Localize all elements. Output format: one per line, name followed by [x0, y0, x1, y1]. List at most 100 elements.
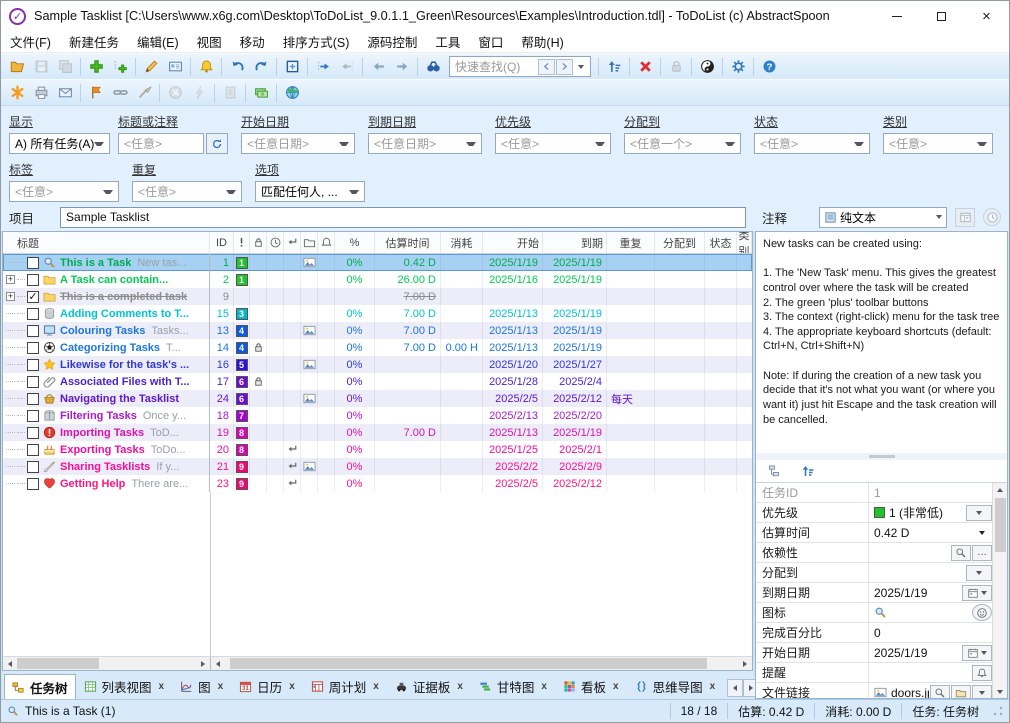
attributes-vertical-scrollbar[interactable] [992, 483, 1007, 698]
attribute-value[interactable] [869, 663, 971, 682]
task-row[interactable]: Navigating the Tasklist2460%2025/2/52025… [3, 390, 752, 407]
filter-due-date-select[interactable]: <任意日期> [368, 133, 482, 154]
sort-button[interactable] [602, 56, 626, 78]
set-reminder-button[interactable] [194, 56, 218, 78]
filter-recurrence-select[interactable]: <任意> [132, 181, 242, 202]
menu-item-9[interactable]: 帮助(H) [512, 31, 572, 52]
filelink-view-button[interactable] [930, 685, 950, 699]
flag-button[interactable] [84, 82, 108, 104]
comments-format-select[interactable]: 纯文本 [819, 207, 947, 228]
filelink-browse-button[interactable] [951, 685, 971, 699]
filter-category-select[interactable]: <任意> [883, 133, 993, 154]
filter-show-select[interactable]: A) 所有任务(A) [9, 133, 110, 154]
task-row[interactable]: Sharing TasklistsIf y...2190%2025/2/2202… [3, 458, 752, 475]
date-picker-button[interactable] [962, 645, 992, 661]
task-row[interactable]: Associated Files with T...1760%2025/1/28… [3, 373, 752, 390]
task-checkbox[interactable] [27, 325, 39, 337]
undo-button[interactable] [225, 56, 249, 78]
comments-editor[interactable]: New tasks can be created using: 1. The '… [756, 232, 1007, 453]
task-row[interactable]: Filtering TasksOnce y...1870%2025/2/1320… [3, 407, 752, 424]
task-checkbox[interactable] [27, 444, 39, 456]
task-checkbox[interactable] [27, 478, 39, 490]
redo-button[interactable] [249, 56, 273, 78]
columns-horizontal-scrollbar[interactable] [211, 657, 752, 670]
column-header-id[interactable]: ID [210, 232, 234, 253]
task-row[interactable]: Adding Comments to T...1530%7.00 D2025/1… [3, 305, 752, 322]
close-tab-icon[interactable]: x [613, 681, 619, 692]
view-tab-列表视图[interactable]: 列表视图x [76, 674, 173, 699]
close-button[interactable]: × [964, 1, 1009, 31]
donate-button[interactable] [249, 82, 273, 104]
attribute-value[interactable]: doors.jp [869, 683, 929, 698]
column-header-estimate[interactable]: 估算时间 [375, 232, 441, 253]
column-header-priority[interactable] [234, 232, 250, 253]
find-next-button[interactable] [556, 59, 573, 75]
tabs-scroll-left-button[interactable] [727, 679, 743, 697]
nav-back-button[interactable] [366, 56, 390, 78]
edit-task-button[interactable] [139, 56, 163, 78]
new-subtask-button[interactable] [108, 56, 132, 78]
new-tasklist-button[interactable] [5, 82, 29, 104]
attribute-value[interactable] [869, 563, 965, 582]
web-button[interactable] [280, 82, 304, 104]
column-header-lock[interactable] [250, 232, 267, 253]
find-previous-button[interactable] [538, 59, 555, 75]
move-left-button[interactable] [335, 56, 359, 78]
tree-horizontal-scrollbar[interactable] [3, 657, 211, 670]
task-row[interactable]: Exporting TasksToDo...2080%2025/1/252025… [3, 441, 752, 458]
task-row[interactable]: Colouring TasksTasks...1340%7.00 D2025/1… [3, 322, 752, 339]
menu-item-0[interactable]: 文件(F) [1, 31, 60, 52]
view-tab-思维导图[interactable]: 思维导图x [627, 674, 724, 699]
column-header-status[interactable]: 状态 [705, 232, 737, 253]
close-tab-icon[interactable]: x [457, 681, 463, 692]
close-tab-icon[interactable]: x [289, 681, 295, 692]
filter-options-select[interactable]: 匹配任何人, ... [255, 181, 365, 202]
task-row[interactable]: Getting HelpThere are...2390%2025/2/5202… [3, 475, 752, 492]
filter-refresh-button[interactable] [206, 133, 228, 154]
cancel-button[interactable] [163, 82, 187, 104]
column-header-file[interactable] [301, 232, 318, 253]
activity-log-button[interactable] [218, 82, 242, 104]
column-header-recurrence[interactable]: 重复 [607, 232, 655, 253]
attribute-sort-button[interactable] [796, 460, 820, 482]
print-button[interactable] [29, 82, 53, 104]
maximize-button[interactable] [919, 1, 964, 31]
filter-assigned-to-select[interactable]: <任意一个> [624, 133, 741, 154]
task-checkbox[interactable] [27, 427, 39, 439]
task-row[interactable]: Importing TasksToD...1980%7.00 D2025/1/1… [3, 424, 752, 441]
save-button[interactable] [29, 56, 53, 78]
column-header-recurrence[interactable] [284, 232, 301, 253]
attribute-value[interactable]: 2025/1/19 [869, 643, 961, 662]
attribute-value[interactable]: 2025/1/19 [869, 583, 961, 602]
attribute-groups-button[interactable] [763, 460, 787, 482]
task-checkbox[interactable] [27, 359, 39, 371]
task-checkbox[interactable] [27, 376, 39, 388]
dependency-more-button[interactable]: … [972, 545, 992, 561]
column-header-start[interactable]: 开始 [483, 232, 543, 253]
attribute-dropdown-button[interactable] [966, 565, 992, 581]
close-tab-icon[interactable]: x [541, 681, 547, 692]
task-row[interactable]: Likewise for the task's ...1650%2025/1/2… [3, 356, 752, 373]
comments-grid-button[interactable] [955, 208, 975, 227]
expand-toggle[interactable]: + [6, 275, 15, 284]
reminder-button[interactable] [972, 665, 992, 681]
find-tasks-button[interactable] [421, 56, 445, 78]
attribute-value[interactable]: 0 [869, 623, 992, 642]
attribute-value[interactable] [869, 603, 971, 622]
file-link-button[interactable] [108, 82, 132, 104]
filter-status-select[interactable]: <任意> [754, 133, 870, 154]
filter-tag-select[interactable]: <任意> [9, 181, 119, 202]
dependency-search-button[interactable] [951, 545, 971, 561]
icon-picker-button[interactable] [972, 604, 992, 621]
attribute-value[interactable]: 1 [869, 483, 992, 502]
column-header-assigned[interactable]: 分配到 [655, 232, 705, 253]
comments-attributes-splitter[interactable] [756, 453, 1007, 460]
menu-item-7[interactable]: 工具 [426, 31, 469, 52]
view-tab-证据板[interactable]: 证据板x [387, 674, 471, 699]
close-tab-icon[interactable]: x [373, 681, 379, 692]
delete-task-button[interactable] [633, 56, 657, 78]
expand-toggle[interactable]: + [6, 292, 15, 301]
close-tab-icon[interactable]: x [710, 681, 716, 692]
attribute-value[interactable]: 1 (非常低) [869, 503, 965, 522]
attribute-value[interactable]: 0.42 D [869, 523, 971, 542]
